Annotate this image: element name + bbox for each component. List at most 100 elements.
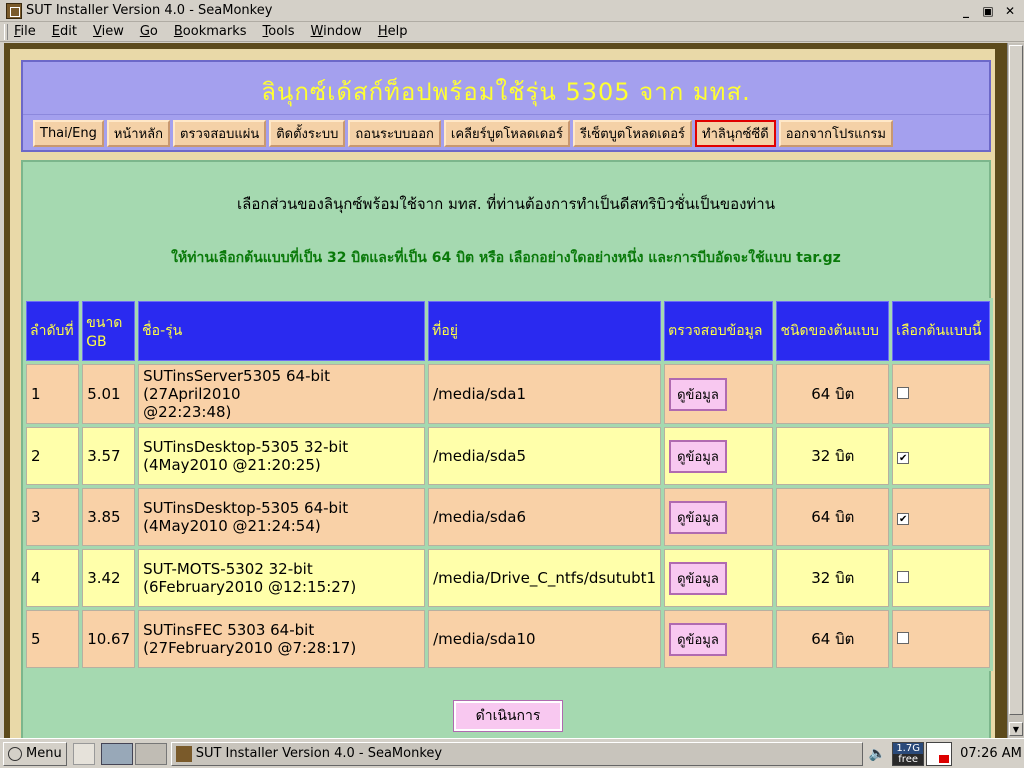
header-divider <box>23 114 989 115</box>
cell-type: 64 บิต <box>776 610 890 668</box>
table-row: 4 3.42 SUT-MOTS-5302 32-bit (6February201… <box>26 549 990 607</box>
cell-select: ✔ <box>892 427 990 485</box>
nav-install[interactable]: ติดตั้งระบบ <box>269 120 346 147</box>
memory-monitor: 1.7G free <box>892 741 925 766</box>
menubar-grip-icon[interactable] <box>4 23 8 40</box>
menu-bar: File Edit View Go Bookmarks Tools Window… <box>0 22 1024 42</box>
menu-tools[interactable]: Tools <box>263 24 295 39</box>
cell-size: 10.67 <box>82 610 136 668</box>
maximize-button[interactable]: ▣ <box>978 2 998 20</box>
cell-type: 64 บิต <box>776 364 890 424</box>
network-monitor-icon <box>926 741 953 766</box>
cell-select <box>892 364 990 424</box>
col-header-path: ที่อยู่ <box>428 301 662 361</box>
nav-make-linux-cd[interactable]: ทำลินุกซ์ซีดี <box>695 120 776 147</box>
nav-home[interactable]: หน้าหลัก <box>106 120 171 147</box>
start-menu-button[interactable]: Menu <box>3 741 67 766</box>
clock: 07:26 AM <box>960 746 1022 761</box>
page-title: ลินุกซ์เด้สก์ท็อปพร้อมใช้รุ่น 5305 จาก ม… <box>261 78 751 106</box>
taskbar-window-button[interactable]: SUT Installer Version 4.0 - SeaMonkey <box>170 741 863 766</box>
workspace-1[interactable] <box>100 742 133 765</box>
menu-edit[interactable]: Edit <box>52 24 77 39</box>
cell-size: 3.57 <box>82 427 136 485</box>
scrollbar-thumb[interactable] <box>1009 45 1023 715</box>
nav-clear-bootloader[interactable]: เคลียร์บูตโหลดเดอร์ <box>443 120 570 147</box>
cell-path: /media/sda6 <box>428 488 662 546</box>
view-info-button[interactable]: ดูข้อมูล <box>669 439 727 473</box>
show-desktop-icon[interactable] <box>72 742 95 765</box>
col-header-check: ตรวจสอบข้อมูล <box>664 301 774 361</box>
window-titlebar: SUT Installer Version 4.0 - SeaMonkey _ … <box>0 0 1024 22</box>
select-checkbox[interactable] <box>897 632 910 644</box>
cell-select <box>892 610 990 668</box>
distribution-table: ลำดับที่ ขนาด GB ชื่อ-รุ่น ที่อยู่ ตรวจส… <box>23 298 993 671</box>
col-header-name: ชื่อ-รุ่น <box>138 301 426 361</box>
nav-bar: Thai/Eng หน้าหลัก ตรวจสอบแผ่น ติดตั้งระบ… <box>33 120 893 147</box>
volume-icon[interactable]: 🔈 <box>869 746 886 762</box>
header-panel: ลินุกซ์เด้สก์ท็อปพร้อมใช้รุ่น 5305 จาก ม… <box>21 60 991 152</box>
col-header-no: ลำดับที่ <box>26 301 80 361</box>
view-info-button[interactable]: ดูข้อมูล <box>669 622 727 656</box>
seamonkey-task-icon <box>175 745 192 762</box>
view-info-button[interactable]: ดูข้อมูล <box>669 500 727 534</box>
menu-bookmarks[interactable]: Bookmarks <box>174 24 247 39</box>
cell-type: 32 บิต <box>776 427 890 485</box>
col-header-select: เลือกต้นแบบนี้ <box>892 301 990 361</box>
view-info-button[interactable]: ดูข้อมูล <box>669 561 727 595</box>
select-checkbox[interactable]: ✔ <box>897 513 910 525</box>
taskbar-window-title: SUT Installer Version 4.0 - SeaMonkey <box>195 746 443 761</box>
seamonkey-app-icon <box>6 2 22 19</box>
view-info-button[interactable]: ดูข้อมูล <box>669 377 727 411</box>
scroll-down-arrow-icon[interactable]: ▼ <box>1009 722 1023 736</box>
nav-thai-eng[interactable]: Thai/Eng <box>33 120 104 147</box>
nav-check-disk[interactable]: ตรวจสอบแผ่น <box>173 120 267 147</box>
cell-check: ดูข้อมูล <box>664 427 774 485</box>
cell-type: 32 บิต <box>776 549 890 607</box>
memory-label: free <box>893 753 924 765</box>
minimize-button[interactable]: _ <box>956 2 976 20</box>
cell-no: 2 <box>26 427 80 485</box>
close-button[interactable]: ✕ <box>1000 2 1020 20</box>
menu-view[interactable]: View <box>93 24 124 39</box>
cell-select <box>892 549 990 607</box>
cell-no: 5 <box>26 610 80 668</box>
cell-no: 1 <box>26 364 80 424</box>
cell-path: /media/sda10 <box>428 610 662 668</box>
cell-name: SUTinsServer5305 64-bit (27April2010 @22:… <box>138 364 426 424</box>
cell-name: SUTinsFEC 5303 64-bit (27February2010 @7:… <box>138 610 426 668</box>
col-header-type: ชนิดของต้นแบบ <box>776 301 890 361</box>
cell-size: 3.85 <box>82 488 136 546</box>
select-checkbox[interactable]: ✔ <box>897 452 910 464</box>
window-title: SUT Installer Version 4.0 - SeaMonkey <box>26 3 273 18</box>
main-panel: เลือกส่วนของลินุกซ์พร้อมใช้จาก มทส. ที่ท… <box>21 160 993 760</box>
cell-select: ✔ <box>892 488 990 546</box>
workspace-2[interactable] <box>134 742 167 765</box>
taskbar: Menu SUT Installer Version 4.0 - SeaMonk… <box>0 738 1024 768</box>
menu-help[interactable]: Help <box>378 24 408 39</box>
proceed-button[interactable]: ดำเนินการ <box>453 700 563 732</box>
system-tray: 🔈 1.7G free 07:26 AM <box>869 741 1022 766</box>
cell-name: SUTinsDesktop-5305 64-bit (4May2010 @21:2… <box>138 488 426 546</box>
cell-check: ดูข้อมูล <box>664 488 774 546</box>
memory-amount: 1.7G <box>893 742 924 754</box>
table-row: 3 3.85 SUTinsDesktop-5305 64-bit (4May201… <box>26 488 990 546</box>
select-checkbox[interactable] <box>897 571 910 583</box>
table-header-row: ลำดับที่ ขนาด GB ชื่อ-รุ่น ที่อยู่ ตรวจส… <box>26 301 990 361</box>
notice-text: ให้ท่านเลือกต้นแบบที่เป็น 32 บิตและที่เป… <box>171 250 841 266</box>
menu-window[interactable]: Window <box>311 24 362 39</box>
nav-uninstall[interactable]: ถอนระบบออก <box>348 120 441 147</box>
vertical-scrollbar[interactable]: ▼ <box>1007 43 1024 738</box>
cell-path: /media/sda5 <box>428 427 662 485</box>
select-checkbox[interactable] <box>897 387 910 399</box>
intro-text: เลือกส่วนของลินุกซ์พร้อมใช้จาก มทส. ที่ท… <box>237 195 775 213</box>
nav-exit[interactable]: ออกจากโปรแกรม <box>778 120 893 147</box>
table-row: 2 3.57 SUTinsDesktop-5305 32-bit (4May201… <box>26 427 990 485</box>
menu-icon <box>8 746 22 761</box>
cell-size: 3.42 <box>82 549 136 607</box>
table-row: 5 10.67 SUTinsFEC 5303 64-bit (27February… <box>26 610 990 668</box>
menu-file[interactable]: File <box>14 24 36 39</box>
cell-no: 3 <box>26 488 80 546</box>
menu-go[interactable]: Go <box>140 24 158 39</box>
cell-name: SUTinsDesktop-5305 32-bit (4May2010 @21:2… <box>138 427 426 485</box>
nav-reset-bootloader[interactable]: รีเซ็ตบูตโหลดเดอร์ <box>572 120 692 147</box>
